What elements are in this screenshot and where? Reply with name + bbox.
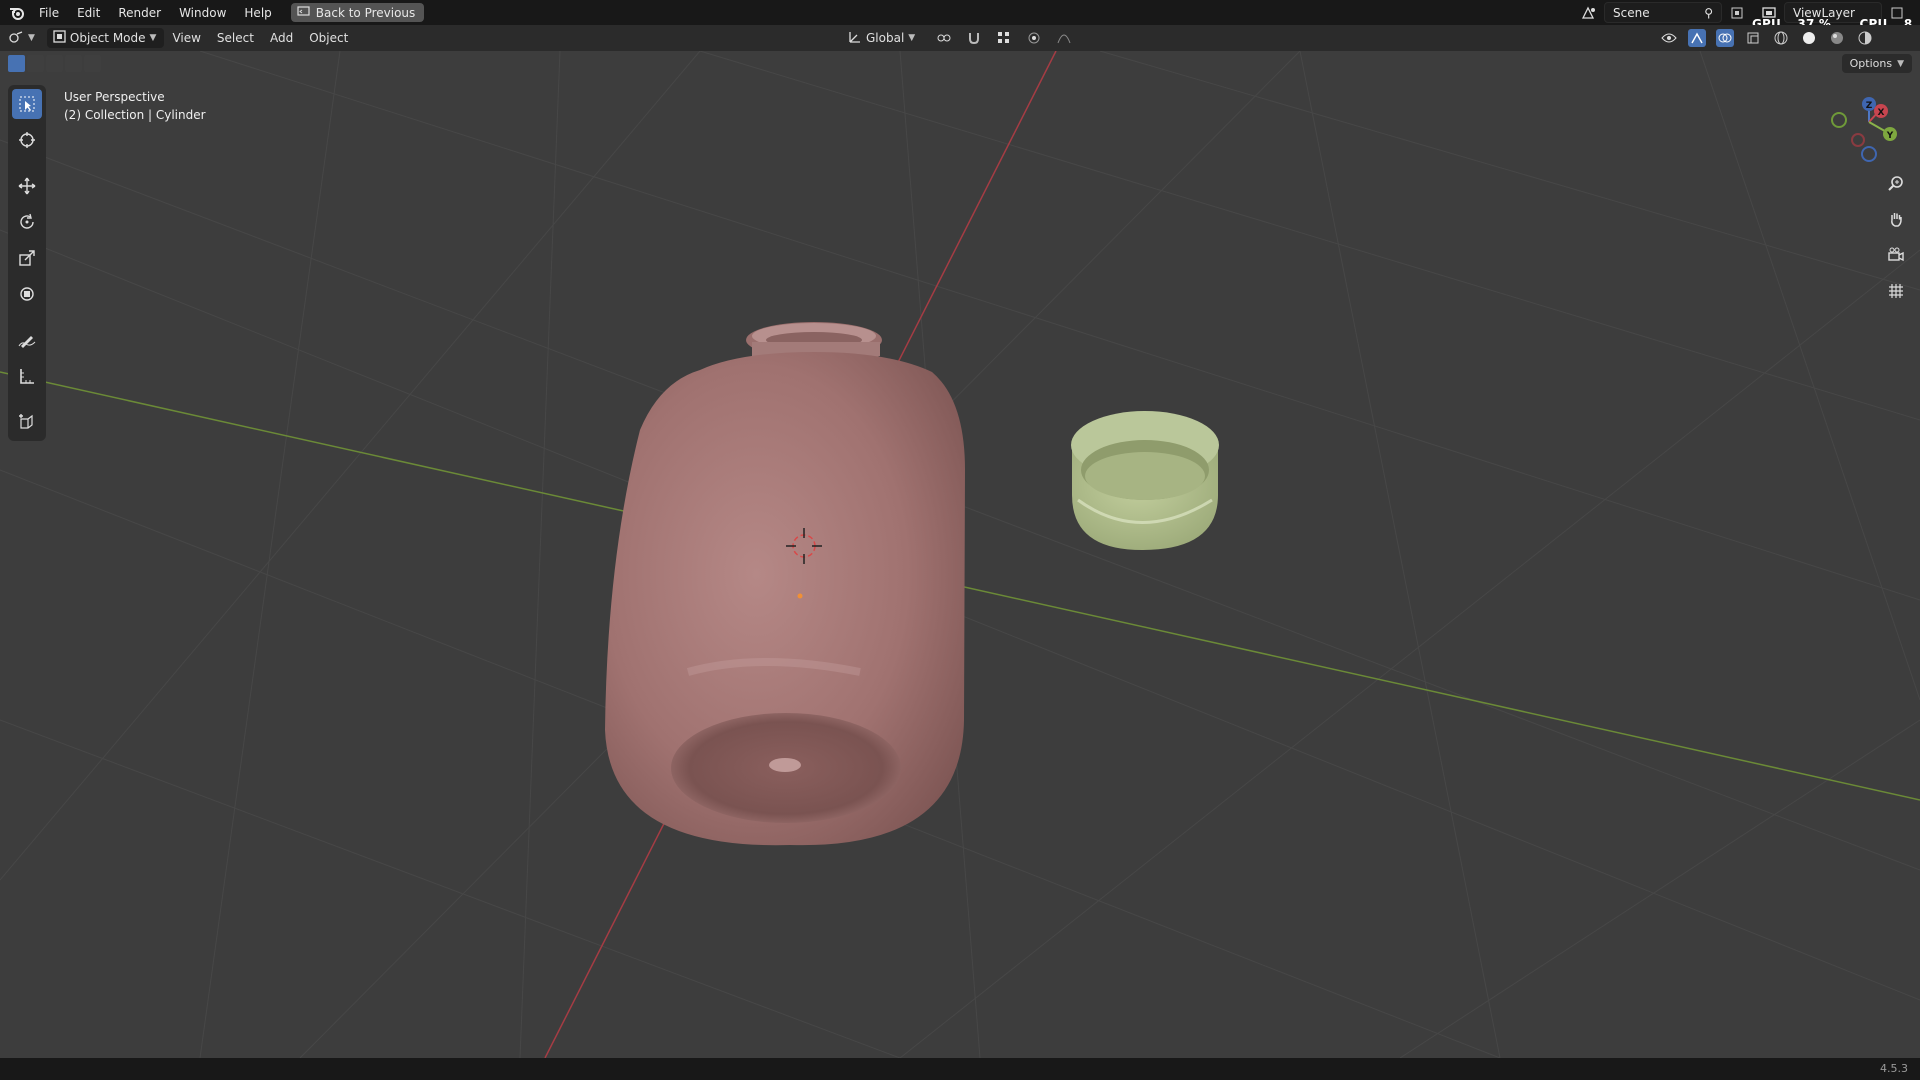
object-mode-icon (53, 30, 66, 46)
chevron-down-icon: ▼ (908, 33, 916, 43)
grid-view-icon[interactable] (1882, 278, 1910, 304)
add-cube-icon[interactable] (12, 407, 42, 437)
navigation-controls (1882, 170, 1910, 304)
select-extend-button[interactable] (27, 55, 44, 72)
menu-object[interactable]: Object (301, 27, 356, 49)
object-origin (797, 593, 803, 599)
select-intersect-button[interactable] (84, 55, 101, 72)
menu-render[interactable]: Render (109, 6, 170, 20)
select-subtract-button[interactable] (46, 55, 63, 72)
viewport-display-tools (1660, 27, 1874, 49)
screen-icon (297, 5, 310, 20)
proportional-editing-icon[interactable] (1025, 29, 1043, 47)
back-to-previous-button[interactable]: Back to Previous (290, 3, 425, 22)
tool-shelf (8, 85, 46, 441)
gizmo-neg-x (1851, 133, 1865, 147)
collection-label: (2) Collection | Cylinder (64, 108, 206, 122)
pin-icon[interactable]: ⚲ (1704, 6, 1713, 20)
status-bar: 4.5.3 (0, 1058, 1920, 1080)
perspective-label: User Perspective (64, 90, 165, 104)
solid-shading-icon[interactable] (1800, 29, 1818, 47)
hand-pan-icon[interactable] (1882, 206, 1910, 232)
scene-icon (1580, 4, 1598, 22)
bottle-object[interactable] (605, 322, 965, 846)
viewport-header: ▼ Object Mode ▼ View Select Add Object G… (0, 25, 1920, 51)
3d-viewport[interactable] (0, 51, 1920, 1058)
gizmo-z-label: Z (1866, 101, 1873, 111)
select-invert-button[interactable] (65, 55, 82, 72)
menu-add[interactable]: Add (262, 27, 301, 49)
viewport-info-text: User Perspective (2) Collection | Cylind… (64, 88, 206, 124)
wireframe-shading-icon[interactable] (1772, 29, 1790, 47)
options-label: Options (1849, 57, 1893, 70)
blender-logo-icon[interactable] (4, 0, 30, 25)
menu-select[interactable]: Select (209, 27, 262, 49)
chevron-down-icon: ▼ (28, 33, 35, 43)
back-to-previous-label: Back to Previous (315, 5, 416, 20)
menu-help[interactable]: Help (235, 6, 280, 20)
menu-view[interactable]: View (164, 27, 208, 49)
editor-type-button[interactable]: ▼ (0, 27, 43, 49)
xray-icon[interactable] (1744, 29, 1762, 47)
orientation-icon (848, 30, 862, 47)
menu-window[interactable]: Window (170, 6, 235, 20)
object-mode-dropdown[interactable]: Object Mode ▼ (46, 28, 165, 48)
transform-orientation-dropdown[interactable]: Global ▼ (840, 27, 923, 49)
overlays-icon[interactable] (1716, 29, 1734, 47)
rotate-icon[interactable] (12, 207, 42, 237)
object-mode-label: Object Mode (69, 31, 146, 45)
3d-viewport-icon (8, 30, 24, 47)
transform-icon[interactable] (12, 279, 42, 309)
zoom-icon[interactable] (1882, 170, 1910, 196)
menu-edit[interactable]: Edit (68, 6, 109, 20)
move-icon[interactable] (12, 171, 42, 201)
snap-icon[interactable] (965, 29, 983, 47)
scene-name: Scene (1613, 5, 1650, 20)
selection-mode-buttons (8, 55, 101, 72)
select-box-icon[interactable] (12, 89, 42, 119)
options-dropdown[interactable]: Options ▼ (1841, 54, 1912, 73)
scene-name-field[interactable]: Scene ⚲ (1604, 2, 1722, 23)
chevron-down-icon: ▼ (1897, 58, 1904, 69)
gizmo-y-label: Y (1886, 131, 1894, 141)
select-new-button[interactable] (8, 55, 25, 72)
chevron-down-icon: ▼ (149, 33, 157, 43)
visibility-eye-icon[interactable] (1660, 29, 1678, 47)
version-label: 4.5.3 (1880, 1062, 1908, 1075)
gizmo-neg-y (1831, 112, 1847, 128)
cursor-icon[interactable] (12, 125, 42, 155)
cap-object[interactable] (1071, 411, 1219, 550)
transform-tools: Global ▼ (840, 27, 1073, 49)
gizmo-x-label: X (1878, 108, 1885, 118)
snap-grid-icon[interactable] (995, 29, 1013, 47)
transform-orientation-label: Global (866, 31, 905, 45)
scene-selector[interactable]: Scene ⚲ (1580, 2, 1746, 23)
gizmo-toggle-icon[interactable] (1688, 29, 1706, 47)
camera-icon[interactable] (1882, 242, 1910, 268)
rendered-shading-icon[interactable] (1856, 29, 1874, 47)
falloff-icon[interactable] (1055, 29, 1073, 47)
pivot-point-icon[interactable] (935, 29, 953, 47)
annotate-icon[interactable] (12, 325, 42, 355)
menu-file[interactable]: File (30, 6, 68, 20)
scale-icon[interactable] (12, 243, 42, 273)
material-shading-icon[interactable] (1828, 29, 1846, 47)
navigation-gizmo[interactable]: Z X Y (1822, 90, 1912, 174)
top-menu-bar: File Edit Render Window Help Back to Pre… (0, 0, 1920, 45)
gizmo-neg-z (1861, 146, 1877, 162)
measure-icon[interactable] (12, 361, 42, 391)
new-scene-icon[interactable] (1728, 4, 1746, 22)
